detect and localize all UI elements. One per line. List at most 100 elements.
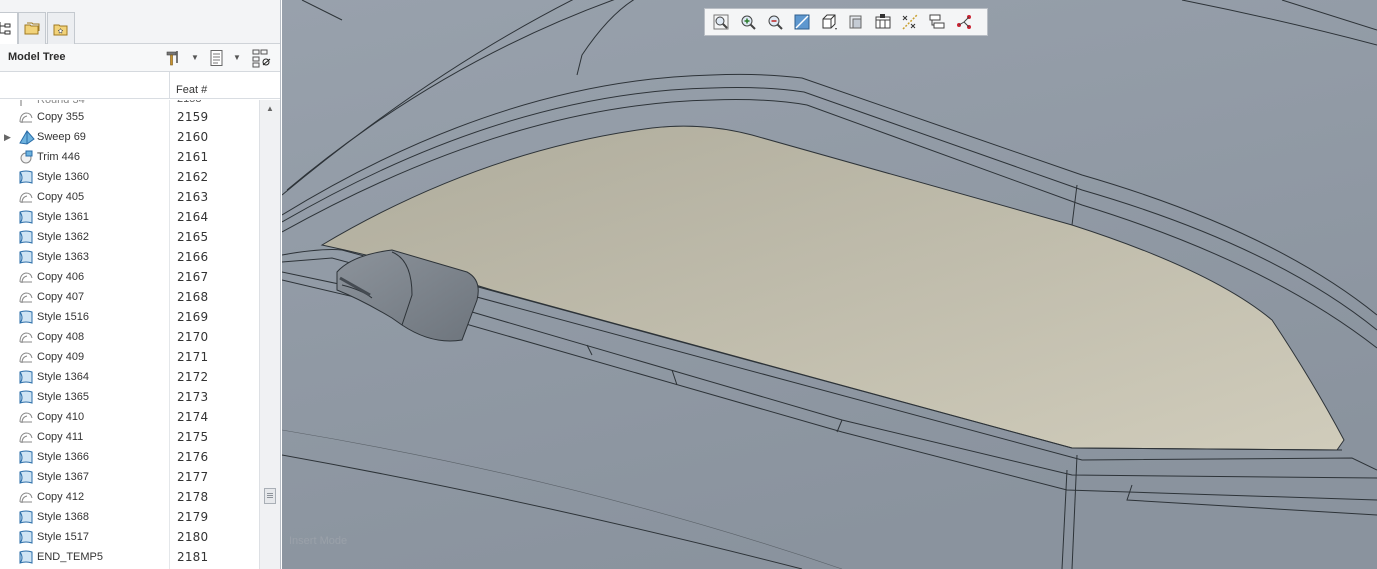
tree-row-feat-number: 2174 [177, 410, 209, 424]
tree-row-feat-number: 2169 [177, 310, 209, 324]
style-feature-icon [18, 469, 34, 485]
tree-scrollbar[interactable]: ▲ [259, 100, 280, 569]
tree-row-feat-number: 2166 [177, 250, 209, 264]
tree-row[interactable]: Style 1364 2172 [0, 367, 259, 387]
style-feature-icon [18, 229, 34, 245]
display-style-icon[interactable] [844, 10, 868, 34]
tree-row-label: Style 1364 [37, 371, 89, 383]
tree-row[interactable]: Copy 406 2167 [0, 267, 259, 287]
tree-row[interactable]: Copy 412 2178 [0, 487, 259, 507]
tree-row[interactable]: ▶ Sweep 69 2160 [0, 127, 259, 147]
tree-row-feat-number: 2171 [177, 350, 209, 364]
tree-row[interactable]: Style 1366 2176 [0, 447, 259, 467]
style-feature-icon [18, 389, 34, 405]
model-tree-title: Model Tree [8, 51, 66, 63]
style-feature-icon [18, 509, 34, 525]
tree-row[interactable]: Copy 407 2168 [0, 287, 259, 307]
show-icon[interactable] [207, 48, 227, 68]
tree-row-label: Style 1367 [37, 471, 89, 483]
style-feature-icon [18, 549, 34, 565]
tree-row[interactable]: Style 1360 2162 [0, 167, 259, 187]
tree-row[interactable]: Style 1361 2164 [0, 207, 259, 227]
style-feature-icon [18, 209, 34, 225]
style-feature-icon [18, 449, 34, 465]
cad-model-render [282, 0, 1377, 569]
annotation-display-icon[interactable] [952, 10, 976, 34]
tree-row[interactable]: Copy 408 2170 [0, 327, 259, 347]
expand-arrow-icon[interactable]: ▶ [4, 132, 12, 142]
tab-model-tree[interactable] [0, 12, 18, 44]
tree-row-feat-number: 2163 [177, 190, 209, 204]
tree-row-feat-number: 2170 [177, 330, 209, 344]
style-feature-icon [18, 249, 34, 265]
spin-center-icon[interactable] [925, 10, 949, 34]
tree-row-label: Sweep 69 [37, 131, 86, 143]
tree-row[interactable]: Style 1367 2177 [0, 467, 259, 487]
tree-row[interactable]: Style 1517 2180 [0, 527, 259, 547]
tree-row[interactable]: Style 1516 2169 [0, 307, 259, 327]
column-divider[interactable] [169, 72, 170, 99]
tab-favorites[interactable] [47, 12, 75, 44]
copy-feature-icon [18, 109, 34, 125]
show-dropdown-icon[interactable]: ▼ [233, 53, 241, 62]
tree-row-feat-number: 2160 [177, 130, 209, 144]
copy-feature-icon [18, 189, 34, 205]
feat-number-column-header[interactable]: Feat # [176, 84, 207, 96]
tree-row[interactable]: Copy 355 2159 [0, 107, 259, 127]
tree-row-feat-number: 2167 [177, 270, 209, 284]
tree-row-feat-number: 2177 [177, 470, 209, 484]
tree-row-feat-number: 2165 [177, 230, 209, 244]
settings-icon[interactable] [163, 48, 183, 68]
tree-row[interactable]: Style 1363 2166 [0, 247, 259, 267]
folder-browser-icon [24, 22, 40, 34]
scroll-thumb[interactable] [264, 488, 276, 504]
tree-row[interactable]: Copy 411 2175 [0, 427, 259, 447]
refit-icon[interactable] [709, 10, 733, 34]
tree-row-label: Copy 411 [37, 431, 84, 443]
tree-row-label: Style 1517 [37, 531, 89, 543]
tree-filters-icon[interactable] [252, 48, 272, 68]
style-feature-icon [18, 169, 34, 185]
tree-row-feat-number: 2181 [177, 550, 209, 564]
tree-row[interactable]: Style 1368 2179 [0, 507, 259, 527]
tree-row-feat-number: 2178 [177, 490, 209, 504]
tree-row-feat-number: 2162 [177, 170, 209, 184]
zoom-in-icon[interactable] [736, 10, 760, 34]
tree-row-feat-number: 2159 [177, 110, 209, 124]
zoom-out-icon[interactable] [763, 10, 787, 34]
model-tree-toolbar: Model Tree ▼ ▼ [0, 44, 280, 72]
tree-row-label: Style 1516 [37, 311, 89, 323]
column-header: Feat # [0, 72, 280, 99]
copy-feature-icon [18, 349, 34, 365]
tree-row-label: Style 1363 [37, 251, 89, 263]
scroll-up-icon[interactable]: ▲ [264, 104, 276, 114]
tree-row-feat-number: 2168 [177, 290, 209, 304]
tab-folder-browser[interactable] [18, 12, 46, 44]
tree-row-feat-number: 2175 [177, 430, 209, 444]
repaint-icon[interactable] [790, 10, 814, 34]
copy-feature-icon [18, 429, 34, 445]
view-manager-icon[interactable] [871, 10, 895, 34]
tree-row[interactable]: Copy 405 2163 [0, 187, 259, 207]
datum-display-icon[interactable] [898, 10, 922, 34]
tree-row[interactable]: Copy 409 2171 [0, 347, 259, 367]
style-feature-icon [18, 529, 34, 545]
tree-row-label: Copy 408 [37, 331, 85, 343]
tree-row[interactable]: Copy 410 2174 [0, 407, 259, 427]
tree-row[interactable]: Style 1365 2173 [0, 387, 259, 407]
tree-row[interactable]: Style 1362 2165 [0, 227, 259, 247]
tree-row-feat-number: 2179 [177, 510, 209, 524]
tree-row-label: Style 1365 [37, 391, 89, 403]
tree-row[interactable]: Trim 446 2161 [0, 147, 259, 167]
tree-row-label: Style 1361 [37, 211, 89, 223]
tree-row[interactable]: END_TEMP5 2181 [0, 547, 259, 567]
tree-row-label: Style 1360 [37, 171, 89, 183]
copy-feature-icon [18, 489, 34, 505]
graphics-window[interactable]: Insert Mode [282, 0, 1377, 569]
style-feature-icon [18, 369, 34, 385]
model-tree-icon [0, 21, 11, 34]
tree-row-partial-label: Round 34 [37, 100, 85, 106]
saved-orientations-icon[interactable] [817, 10, 841, 34]
trim-feature-icon [18, 149, 34, 165]
settings-dropdown-icon[interactable]: ▼ [191, 53, 199, 62]
